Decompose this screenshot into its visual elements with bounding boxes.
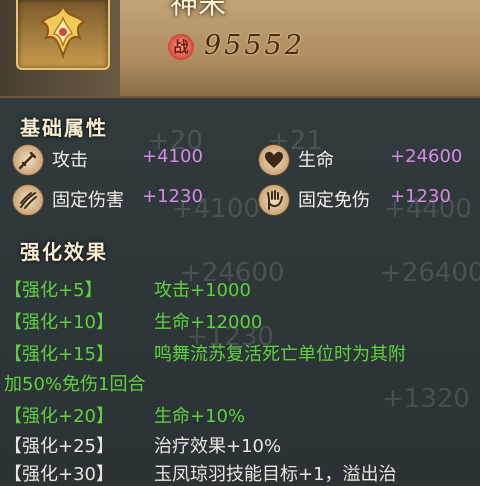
enhancement-title: 强化效果 xyxy=(20,240,108,264)
enhancement-tag: 【强化+25】 xyxy=(4,436,114,457)
attribute-panel: +20 +21 +4100 +4400 +24600 +26400 +1230 … xyxy=(0,98,480,485)
enhancement-tag: 【强化+10】 xyxy=(4,312,114,333)
attr-label: 固定免伤 xyxy=(298,190,370,211)
attr-hp: 生命 +24600 xyxy=(258,144,478,178)
enhancement-effect: 生命+12000 xyxy=(154,312,263,333)
attr-value: +4100 xyxy=(142,146,203,167)
attr-label: 攻击 xyxy=(52,150,88,171)
enhancement-effect: 治疗效果+10% xyxy=(154,436,282,457)
heart-icon xyxy=(258,144,290,176)
hero-emblem[interactable] xyxy=(16,0,110,70)
ghost-text: +26400 xyxy=(380,258,480,288)
enhancement-effect: 攻击+1000 xyxy=(154,280,251,301)
attr-value: +24600 xyxy=(390,146,463,167)
power-badge-icon: 战 xyxy=(168,34,194,60)
attr-fixed-damage: 固定伤害 +1230 xyxy=(12,184,232,218)
attr-fixed-reduction: 固定免伤 +1230 xyxy=(258,184,478,218)
enhancement-tag: 【强化+15】 xyxy=(4,344,114,365)
hero-header: 神宋 战 95552 xyxy=(0,0,480,98)
base-attributes-title: 基础属性 xyxy=(20,116,108,140)
palm-icon xyxy=(258,184,290,216)
enhancement-effect: 鸣舞流苏复活死亡单位时为其附 xyxy=(154,344,406,365)
sword-icon xyxy=(12,144,44,176)
enhancement-tag: 【强化+5】 xyxy=(4,280,103,301)
enhancement-effect: 生命+10% xyxy=(154,406,246,427)
combat-power-value: 95552 xyxy=(204,30,305,61)
attr-label: 生命 xyxy=(298,150,334,171)
enhancement-effect: 玉凤琼羽技能目标+1，溢出治 xyxy=(154,464,397,485)
attr-label: 固定伤害 xyxy=(52,190,124,211)
attr-value: +1230 xyxy=(142,186,203,207)
ghost-text: +1320 xyxy=(382,384,470,414)
attr-value: +1230 xyxy=(390,186,451,207)
enhancement-effect-continued: 加50%免伤1回合 xyxy=(4,374,146,395)
enhancement-tag: 【强化+20】 xyxy=(4,406,114,427)
character-name: 神宋 xyxy=(170,0,227,20)
attr-attack: 攻击 +4100 xyxy=(12,144,212,178)
golden-flame-icon xyxy=(40,3,86,60)
enhancement-tag: 【强化+30】 xyxy=(4,464,114,485)
claw-icon xyxy=(12,184,44,216)
